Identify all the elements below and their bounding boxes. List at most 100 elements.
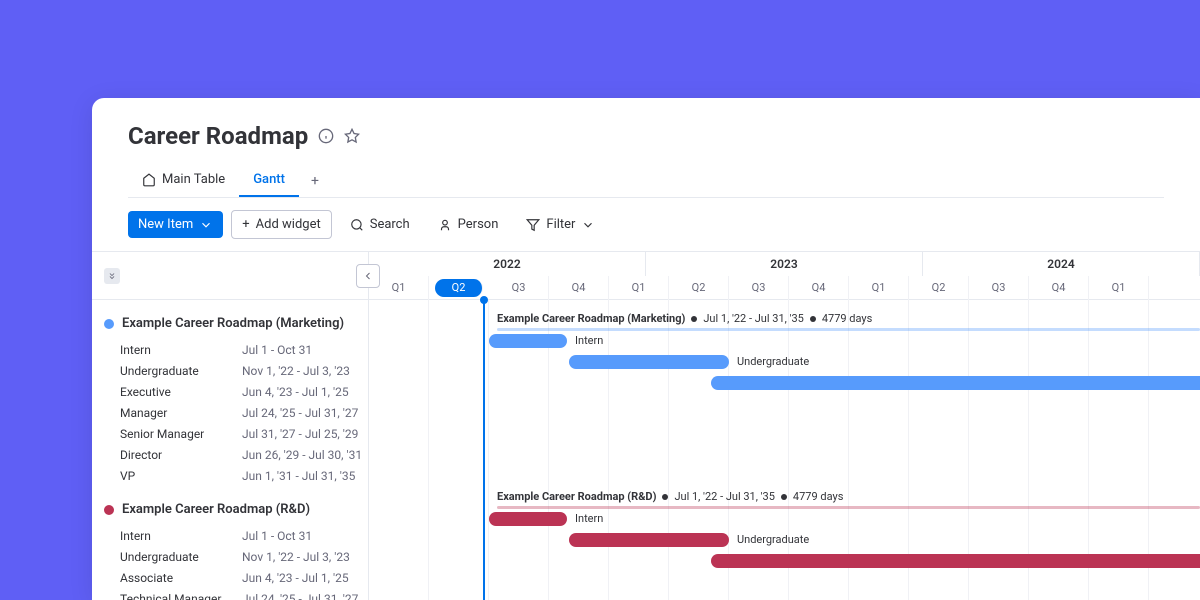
- quarter-label: Q1: [849, 276, 909, 300]
- gantt-row: [369, 394, 1200, 415]
- button-label: Add widget: [256, 217, 321, 232]
- task-row[interactable]: Technical ManagerJul 24, '25 - Jul 31, '…: [104, 588, 368, 600]
- timeline-header: 202220232024 Q1Q2Q3Q4Q1Q2Q3Q4Q1Q2Q3Q4Q1: [369, 252, 1200, 300]
- tab-gantt[interactable]: Gantt: [239, 164, 299, 197]
- gantt-bar-label: Undergraduate: [737, 355, 809, 368]
- left-pane: Example Career Roadmap (Marketing) Intern…: [92, 252, 368, 600]
- gantt-group: Example Career Roadmap (R&D) Jul 1, '22 …: [369, 478, 1200, 600]
- quarter-label: Q3: [969, 276, 1029, 300]
- gantt-row: [369, 415, 1200, 436]
- quarter-label: Q2: [909, 276, 969, 300]
- new-item-button[interactable]: New Item: [128, 211, 223, 238]
- filter-button[interactable]: Filter: [516, 211, 605, 238]
- task-date: Jul 1 - Oct 31: [242, 529, 368, 543]
- gantt-bar[interactable]: [711, 554, 1200, 568]
- group-summary: Example Career Roadmap (R&D) Jul 1, '22 …: [369, 490, 1200, 503]
- chevron-down-icon: [581, 218, 595, 232]
- task-name: Associate: [104, 571, 242, 585]
- tab-label: Gantt: [253, 172, 285, 187]
- chevron-down-icon: [199, 218, 213, 232]
- quarter-label: Q2: [435, 279, 483, 297]
- quarter-label: Q4: [789, 276, 849, 300]
- home-icon: [142, 173, 156, 187]
- quarter-label: Q2: [669, 276, 729, 300]
- quarter-label: Q3: [489, 276, 549, 300]
- task-date: Jun 4, '23 - Jul 1, '25: [242, 385, 368, 399]
- expand-all-button[interactable]: [104, 268, 120, 284]
- task-date: Jul 24, '25 - Jul 31, '27: [242, 592, 368, 600]
- gantt-row: [369, 373, 1200, 394]
- task-date: Jun 4, '23 - Jul 1, '25: [242, 571, 368, 585]
- gantt-row: Undergraduate: [369, 530, 1200, 551]
- quarter-label: Q1: [609, 276, 669, 300]
- task-name: Undergraduate: [104, 550, 242, 564]
- timeline-body: Example Career Roadmap (Marketing) Jul 1…: [369, 300, 1200, 600]
- app-window: Career Roadmap Main Table Gantt + New It…: [92, 98, 1200, 600]
- task-date: Jun 26, '29 - Jul 30, '31: [242, 448, 368, 462]
- toolbar: New Item + Add widget Search Person Filt…: [92, 198, 1200, 251]
- timeline-pane[interactable]: 202220232024 Q1Q2Q3Q4Q1Q2Q3Q4Q1Q2Q3Q4Q1 …: [368, 252, 1200, 600]
- group-header[interactable]: Example Career Roadmap (Marketing): [104, 312, 368, 335]
- info-icon[interactable]: [318, 128, 334, 144]
- tool-label: Search: [370, 217, 410, 232]
- gantt-bar[interactable]: [489, 512, 567, 526]
- page-title: Career Roadmap: [128, 122, 308, 150]
- group-header[interactable]: Example Career Roadmap (R&D): [104, 498, 368, 521]
- chevron-left-icon: [362, 270, 374, 282]
- plus-icon: +: [242, 217, 249, 232]
- tab-main-table[interactable]: Main Table: [128, 164, 239, 197]
- gantt-row: [369, 551, 1200, 572]
- task-name: Intern: [104, 529, 242, 543]
- task-row[interactable]: InternJul 1 - Oct 31: [104, 339, 368, 360]
- task-name: Undergraduate: [104, 364, 242, 378]
- button-label: New Item: [138, 217, 193, 232]
- task-row[interactable]: ExecutiveJun 4, '23 - Jul 1, '25: [104, 381, 368, 402]
- gantt-bar[interactable]: [711, 376, 1200, 390]
- star-icon[interactable]: [344, 128, 360, 144]
- task-date: Jun 1, '31 - Jul 31, '35: [242, 469, 368, 483]
- collapse-pane-button[interactable]: [356, 264, 380, 288]
- gantt-bar[interactable]: [569, 355, 729, 369]
- today-marker: [483, 300, 485, 600]
- tabs: Main Table Gantt +: [128, 164, 1164, 198]
- tab-label: Main Table: [162, 172, 225, 187]
- task-date: Nov 1, '22 - Jul 3, '23: [242, 364, 368, 378]
- task-row[interactable]: VPJun 1, '31 - Jul 31, '35: [104, 465, 368, 486]
- gantt-row: [369, 593, 1200, 600]
- person-button[interactable]: Person: [428, 211, 509, 238]
- task-row[interactable]: Senior ManagerJul 31, '27 - Jul 25, '29: [104, 423, 368, 444]
- quarter-label: Q4: [1029, 276, 1089, 300]
- task-row[interactable]: ManagerJul 24, '25 - Jul 31, '27: [104, 402, 368, 423]
- gantt-bar[interactable]: [569, 533, 729, 547]
- task-name: VP: [104, 469, 242, 483]
- task-name: Intern: [104, 343, 242, 357]
- task-name: Director: [104, 448, 242, 462]
- task-name: Technical Manager: [104, 592, 242, 600]
- group-summary: Example Career Roadmap (Marketing) Jul 1…: [369, 312, 1200, 325]
- header: Career Roadmap Main Table Gantt +: [92, 98, 1200, 198]
- group: Example Career Roadmap (R&D) InternJul 1 …: [92, 486, 368, 600]
- quarter-label: Q3: [729, 276, 789, 300]
- task-row[interactable]: UndergraduateNov 1, '22 - Jul 3, '23: [104, 546, 368, 567]
- gantt-group: Example Career Roadmap (Marketing) Jul 1…: [369, 300, 1200, 478]
- gantt-view: Example Career Roadmap (Marketing) Intern…: [92, 251, 1200, 600]
- task-row[interactable]: DirectorJun 26, '29 - Jul 30, '31: [104, 444, 368, 465]
- gantt-row: Undergraduate: [369, 352, 1200, 373]
- add-tab-button[interactable]: +: [299, 165, 331, 197]
- search-button[interactable]: Search: [340, 211, 420, 238]
- task-row[interactable]: AssociateJun 4, '23 - Jul 1, '25: [104, 567, 368, 588]
- task-date: Jul 1 - Oct 31: [242, 343, 368, 357]
- task-date: Jul 24, '25 - Jul 31, '27: [242, 406, 368, 420]
- task-row[interactable]: InternJul 1 - Oct 31: [104, 525, 368, 546]
- gantt-bar-label: Undergraduate: [737, 533, 809, 546]
- year-label: 2024: [923, 252, 1200, 276]
- group-color-dot: [104, 319, 114, 329]
- gantt-row: [369, 436, 1200, 457]
- task-date: Nov 1, '22 - Jul 3, '23: [242, 550, 368, 564]
- gantt-bar[interactable]: [489, 334, 567, 348]
- group: Example Career Roadmap (Marketing) Intern…: [92, 300, 368, 486]
- person-icon: [438, 218, 452, 232]
- task-row[interactable]: UndergraduateNov 1, '22 - Jul 3, '23: [104, 360, 368, 381]
- tool-label: Filter: [546, 217, 575, 232]
- add-widget-button[interactable]: + Add widget: [231, 210, 331, 239]
